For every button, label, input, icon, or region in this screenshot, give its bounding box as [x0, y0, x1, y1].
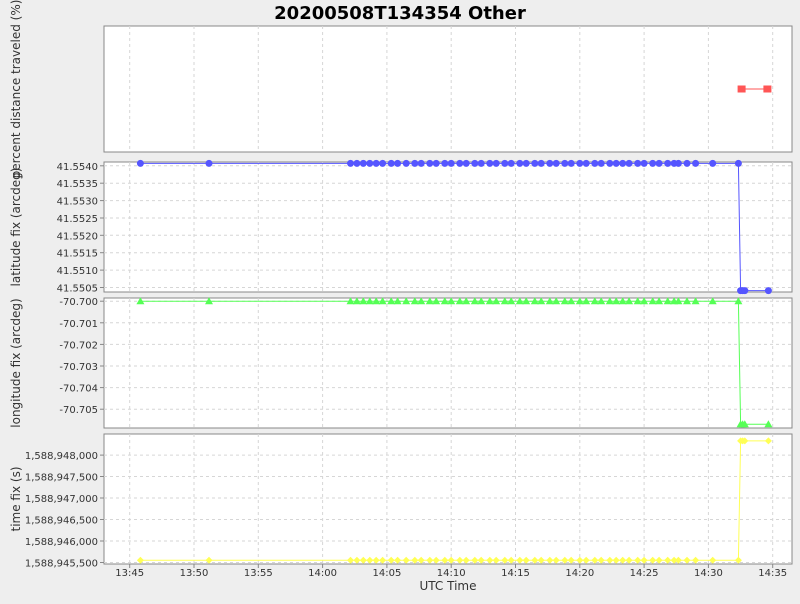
plot-area-0 [103, 25, 793, 153]
data-point [606, 159, 614, 167]
data-point [546, 159, 554, 167]
chart-title: 20200508T134354 Other [274, 3, 526, 24]
x-tick-label: 14:05 [372, 568, 401, 579]
data-point [353, 159, 361, 167]
data-point [683, 159, 691, 167]
chart-svg: 20200508T134354 Other percent distance t… [9, 0, 793, 593]
data-point [734, 159, 742, 167]
y-axis-label: latitude fix (arcdeg) [9, 168, 23, 287]
data-point [486, 159, 494, 167]
data-point [411, 159, 419, 167]
data-point [612, 159, 620, 167]
x-tick-label: 14:15 [501, 568, 530, 579]
x-tick-label: 13:45 [115, 568, 144, 579]
data-point [492, 159, 500, 167]
data-point [426, 159, 434, 167]
data-point [582, 159, 590, 167]
data-point [456, 159, 464, 167]
y-tick-label: 1,588,946,500 [25, 516, 98, 527]
y-tick-label: -70.702 [59, 340, 98, 351]
x-tick-label: 14:00 [308, 568, 337, 579]
data-point [619, 159, 627, 167]
data-point [576, 159, 584, 167]
y-tick-label: 1,588,947,000 [25, 494, 98, 505]
data-point [387, 159, 395, 167]
data-point [447, 159, 455, 167]
chart-figure: 20200508T134354 Other percent distance t… [0, 0, 800, 600]
data-point [205, 159, 213, 167]
data-point [501, 159, 509, 167]
y-tick-label: -70.705 [59, 405, 98, 416]
data-point [522, 159, 530, 167]
data-point [664, 159, 672, 167]
plot-area-2 [103, 297, 793, 429]
y-tick-label: 41.5535 [57, 179, 98, 190]
y-tick-label: 41.5530 [57, 197, 98, 208]
data-point [347, 159, 354, 167]
y-tick-label: 41.5525 [57, 214, 98, 225]
data-point [649, 159, 657, 167]
plot-area-3 [103, 433, 793, 565]
data-point [136, 159, 144, 167]
data-point [359, 159, 367, 167]
y-tick-label: 1,588,945,500 [25, 559, 98, 570]
data-point [741, 287, 749, 295]
y-tick-label: 41.5515 [57, 249, 98, 260]
x-tick-label: 14:25 [630, 568, 659, 579]
data-point [516, 159, 524, 167]
data-point [462, 159, 470, 167]
y-axis-label: time fix (s) [9, 466, 23, 531]
data-point [692, 159, 700, 167]
data-point [567, 159, 575, 167]
x-tick-label: 14:35 [758, 568, 787, 579]
y-tick-label: -70.700 [59, 297, 98, 308]
x-tick-label: 13:55 [244, 568, 273, 579]
x-tick-label: 14:30 [694, 568, 723, 579]
data-point [764, 287, 772, 295]
x-tick-label: 13:50 [180, 568, 209, 579]
plot-area-1 [103, 161, 793, 293]
data-point [394, 159, 402, 167]
data-point [625, 159, 633, 167]
y-tick-label: 1,588,946,000 [25, 537, 98, 548]
x-tick-label: 14:10 [437, 568, 466, 579]
x-axis-label: UTC Time [420, 579, 477, 593]
data-point [366, 159, 374, 167]
data-point [379, 159, 387, 167]
x-tick-label: 14:20 [565, 568, 594, 579]
data-point [634, 159, 642, 167]
y-tick-label: 41.5540 [57, 162, 98, 173]
data-point [737, 85, 746, 93]
data-point [402, 159, 410, 167]
data-point [477, 159, 485, 167]
y-tick-label: -70.701 [59, 319, 98, 330]
data-point [655, 159, 663, 167]
data-point [441, 159, 449, 167]
y-tick-label: -70.704 [59, 384, 98, 395]
data-point [552, 159, 560, 167]
y-axis-label: longitude fix (arcdeg) [9, 298, 23, 427]
data-point [507, 159, 515, 167]
y-axis-label: percent distance traveled (%) [9, 0, 23, 178]
data-point [537, 159, 545, 167]
y-tick-label: 41.5510 [57, 266, 98, 277]
data-point [531, 159, 539, 167]
data-point [674, 159, 682, 167]
data-point [597, 159, 605, 167]
data-point [471, 159, 479, 167]
data-point [372, 159, 380, 167]
y-tick-label: 1,588,948,000 [25, 451, 98, 462]
y-tick-label: 41.5520 [57, 231, 98, 242]
data-point [561, 159, 569, 167]
y-tick-label: -70.703 [59, 362, 98, 373]
data-point [640, 159, 648, 167]
data-point [591, 159, 599, 167]
y-tick-label: 41.5505 [57, 284, 98, 295]
data-point [432, 159, 440, 167]
data-point [763, 85, 772, 93]
y-tick-label: 1,588,947,500 [25, 473, 98, 484]
data-point [417, 159, 425, 167]
data-point [709, 159, 717, 167]
